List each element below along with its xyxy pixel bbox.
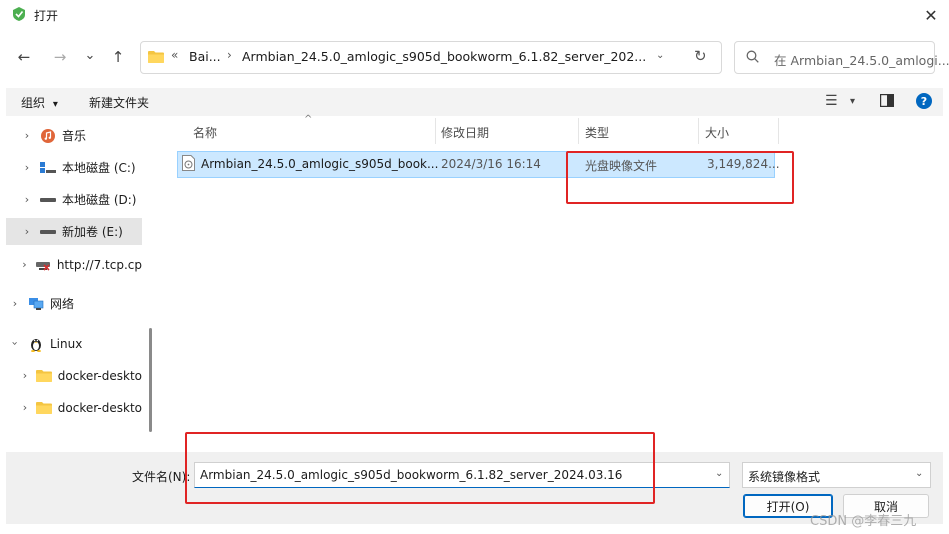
title-bar [0, 0, 949, 30]
search-icon [746, 50, 759, 63]
chevron-down-icon[interactable]: › [9, 337, 22, 351]
drive-icon [40, 225, 56, 239]
recent-locations-icon[interactable]: ⌄ [80, 45, 100, 65]
back-arrow-icon[interactable]: ← [14, 47, 34, 67]
organize-button[interactable]: 组织 ▾ [21, 94, 58, 111]
filetype-dropdown-icon[interactable]: ⌄ [915, 468, 923, 479]
sidebar-item-label: 网络 [50, 297, 75, 311]
search-placeholder: 在 Armbian_24.5.0_amlogi... [774, 53, 949, 68]
sidebar-item-drive-c[interactable]: › 本地磁盘 (C:) [6, 154, 142, 181]
help-icon[interactable]: ? [916, 93, 932, 109]
sidebar-item-label: http://7.tcp.cp [56, 257, 142, 272]
refresh-icon[interactable]: ↻ [694, 47, 707, 65]
column-header-size[interactable]: 大小 [705, 124, 729, 141]
highlight-box-file-type [566, 151, 794, 204]
network-drive-icon [35, 258, 51, 272]
sidebar-item-label: 本地磁盘 (C:) [62, 161, 136, 175]
highlight-box-filename [185, 432, 655, 504]
sidebar-item-drive-e[interactable]: › 新加卷 (E:) [6, 218, 142, 245]
sidebar-item-drive-d[interactable]: › 本地磁盘 (D:) [6, 186, 142, 213]
window-title: 打开 [34, 9, 59, 23]
file-modified: 2024/3/16 16:14 [441, 157, 541, 171]
sidebar-item-music[interactable]: › 音乐 [6, 122, 142, 149]
up-arrow-icon[interactable]: ↑ [108, 47, 128, 67]
chevron-right-icon[interactable]: › [20, 193, 34, 206]
view-options-icon[interactable]: ☰ [825, 93, 838, 109]
column-divider[interactable] [578, 118, 579, 144]
forward-arrow-icon[interactable]: → [50, 47, 70, 67]
sidebar-item-label: 音乐 [62, 129, 87, 143]
breadcrumb-overflow[interactable]: « [171, 48, 178, 62]
view-caret-icon[interactable]: ▾ [850, 96, 855, 107]
sort-ascending-icon: ^ [304, 114, 313, 125]
column-divider[interactable] [698, 118, 699, 144]
column-header-modified[interactable]: 修改日期 [441, 124, 489, 141]
sidebar-item-label: Linux [50, 336, 83, 351]
folder-icon [35, 369, 52, 383]
chevron-right-icon[interactable]: › [20, 401, 30, 414]
breadcrumb-separator[interactable]: › [227, 48, 232, 62]
file-name[interactable]: Armbian_24.5.0_amlogic_s905d_book... [201, 157, 438, 171]
sidebar-item-label: 新加卷 (E:) [62, 225, 123, 239]
folder-icon [148, 51, 164, 63]
chevron-right-icon[interactable]: › [8, 297, 22, 310]
breadcrumb-part-bai[interactable]: Bai... [189, 49, 221, 64]
music-icon [40, 128, 56, 143]
sidebar-item-network[interactable]: › 网络 [6, 290, 142, 317]
column-header-name[interactable]: 名称 [193, 124, 217, 141]
sidebar-item-label: 本地磁盘 (D:) [62, 193, 137, 207]
filetype-value[interactable]: 系统镜像格式 [748, 468, 820, 485]
sidebar-item-docker-desktop-1[interactable]: › docker-deskto [6, 362, 142, 389]
sidebar-item-label: docker-deskto [57, 400, 142, 415]
sidebar-scrollbar[interactable] [149, 328, 152, 432]
folder-icon [35, 401, 52, 415]
chevron-right-icon[interactable]: › [20, 369, 30, 382]
sidebar-item-docker-desktop-2[interactable]: › docker-deskto [6, 394, 142, 421]
windows-drive-icon [40, 161, 56, 175]
organize-caret-icon: ▾ [52, 99, 58, 110]
sidebar-item-linux[interactable]: › Linux [6, 330, 142, 357]
filename-dropdown-icon[interactable]: ⌄ [715, 468, 723, 479]
filename-label: 文件名(N): [132, 470, 191, 484]
column-divider[interactable] [435, 118, 436, 144]
address-dropdown-icon[interactable]: ⌄ [656, 50, 664, 61]
watermark: CSDN @李春三九 [810, 514, 917, 529]
sidebar-item-label: docker-deskto [57, 368, 142, 383]
app-shield-icon [13, 7, 25, 21]
chevron-right-icon[interactable]: › [20, 258, 29, 271]
preview-pane-icon[interactable] [880, 94, 894, 107]
sidebar-item-network-drive[interactable]: › http://7.tcp.cp [6, 251, 142, 278]
column-header-type[interactable]: 类型 [585, 124, 609, 141]
breadcrumb-part-folder[interactable]: Armbian_24.5.0_amlogic_s905d_bookworm_6.… [242, 49, 646, 64]
close-icon[interactable]: ✕ [918, 4, 944, 26]
chevron-right-icon[interactable]: › [20, 129, 34, 142]
chevron-right-icon[interactable]: › [20, 161, 34, 174]
network-icon [28, 297, 44, 311]
disc-image-file-icon [182, 155, 195, 171]
drive-icon [40, 193, 56, 207]
organize-label: 组织 [21, 96, 46, 110]
new-folder-button[interactable]: 新建文件夹 [89, 94, 149, 111]
linux-icon [28, 337, 44, 352]
column-divider[interactable] [778, 118, 779, 144]
chevron-right-icon[interactable]: › [20, 225, 34, 238]
